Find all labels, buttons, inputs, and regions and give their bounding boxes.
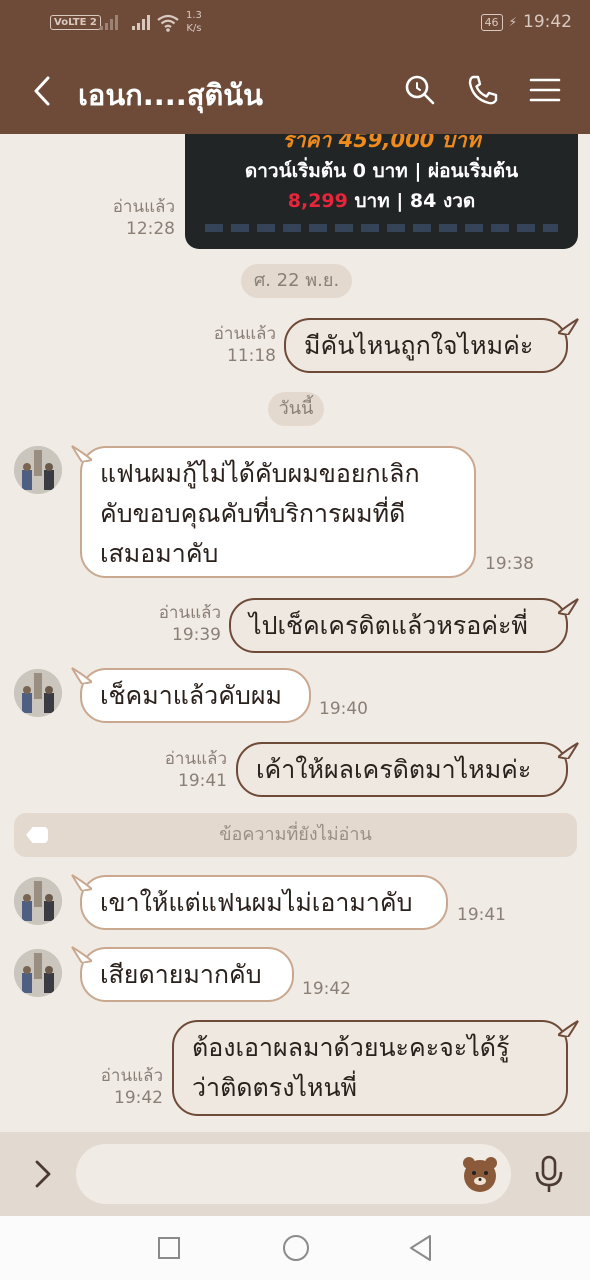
incoming-message[interactable]: เขาให้แต่แฟนผมไม่เอามาคับ bbox=[80, 875, 448, 930]
incoming-message[interactable]: เช็คมาแล้วคับผม bbox=[80, 668, 311, 723]
bubble-tail bbox=[71, 667, 92, 684]
bubble-tail bbox=[71, 946, 92, 963]
message-input[interactable] bbox=[76, 1144, 511, 1204]
tag-icon bbox=[26, 827, 48, 843]
contact-avatar[interactable] bbox=[14, 877, 62, 925]
system-nav-bar bbox=[0, 1216, 590, 1280]
chat-header: เอนก....สุตินัน bbox=[0, 48, 590, 134]
bubble-tail bbox=[71, 445, 92, 462]
message-time: 19:40 bbox=[319, 699, 368, 719]
date-chip: ศ. 22 พ.ย. bbox=[241, 264, 352, 298]
sticker-bear-icon[interactable] bbox=[460, 1154, 500, 1194]
bubble-tail bbox=[558, 598, 579, 615]
signal-sim1-icon bbox=[100, 14, 122, 30]
chevron-right-icon[interactable] bbox=[30, 1156, 56, 1192]
back-triangle-icon[interactable] bbox=[408, 1234, 434, 1262]
chat-title[interactable]: เอนก....สุตินัน bbox=[78, 72, 263, 118]
menu-icon[interactable] bbox=[527, 72, 563, 108]
promo-cut-text bbox=[205, 224, 558, 232]
volte-badge: VoLTE 2 bbox=[50, 15, 101, 30]
bubble-tail bbox=[71, 874, 92, 891]
back-arrow-icon[interactable] bbox=[28, 74, 56, 108]
bubble-tail bbox=[558, 1020, 579, 1037]
bubble-tail bbox=[558, 318, 579, 335]
outgoing-message[interactable]: มีคันไหนถูกใจไหมค่ะ bbox=[284, 318, 568, 373]
battery-icon: 46 bbox=[480, 13, 503, 31]
promo-image-message[interactable]: ราคา 459,000 บาท ดาวน์เริ่มต้น 0 บาท | ผ… bbox=[185, 134, 578, 249]
message-time: 19:41 bbox=[457, 905, 506, 925]
unread-divider: ข้อความที่ยังไม่อ่าน bbox=[14, 813, 577, 857]
home-icon[interactable] bbox=[282, 1234, 310, 1262]
status-right: 46 ⚡ 19:42 bbox=[480, 12, 572, 32]
message-input-bar bbox=[0, 1132, 590, 1216]
contact-avatar[interactable] bbox=[14, 949, 62, 997]
search-icon[interactable] bbox=[402, 72, 438, 108]
message-meta: อ่านแล้ว 11:18 bbox=[213, 324, 276, 366]
phone-icon[interactable] bbox=[465, 72, 501, 108]
chat-area[interactable]: ราคา 459,000 บาท ดาวน์เริ่มต้น 0 บาท | ผ… bbox=[0, 134, 590, 1132]
message-meta: อ่านแล้ว 19:39 bbox=[158, 603, 221, 645]
microphone-icon[interactable] bbox=[534, 1154, 564, 1194]
bubble-tail bbox=[558, 742, 579, 759]
contact-avatar[interactable] bbox=[14, 669, 62, 717]
promo-price: ราคา 459,000 บาท bbox=[282, 134, 481, 152]
charging-icon: ⚡ bbox=[508, 15, 517, 29]
clock: 19:42 bbox=[523, 12, 572, 32]
incoming-message[interactable]: แฟนผมกู้ไม่ได้คับผมขอยกเลิก คับขอบคุณคับ… bbox=[80, 446, 476, 578]
outgoing-message[interactable]: ต้องเอาผลมาด้วยนะคะจะได้รู้ ว่าติดตรงไหน… bbox=[172, 1020, 568, 1116]
promo-installment: 8,299 บาท | 84 งวด bbox=[287, 190, 476, 212]
outgoing-message[interactable]: เค้าให้ผลเครดิตมาไหมค่ะ bbox=[236, 742, 568, 797]
signal-sim2-icon bbox=[132, 14, 154, 30]
message-meta: อ่านแล้ว 12:28 bbox=[112, 197, 175, 239]
outgoing-message[interactable]: ไปเช็คเครดิตแล้วหรอค่ะพี่ bbox=[229, 598, 568, 653]
status-bar: VoLTE 2 1.3 K/s 46 ⚡ 19:42 bbox=[0, 0, 590, 48]
recent-apps-icon[interactable] bbox=[157, 1236, 181, 1260]
promo-down-payment: ดาวน์เริ่มต้น 0 บาท | ผ่อนเริ่มต้น bbox=[244, 160, 519, 182]
message-meta: อ่านแล้ว 19:41 bbox=[164, 749, 227, 791]
message-time: 19:42 bbox=[302, 979, 351, 999]
message-meta: อ่านแล้ว 19:42 bbox=[100, 1066, 163, 1108]
date-chip: วันนี้ bbox=[268, 392, 324, 426]
network-speed: 1.3 K/s bbox=[186, 10, 202, 34]
contact-avatar[interactable] bbox=[14, 446, 62, 494]
message-time: 19:38 bbox=[485, 554, 534, 574]
wifi-icon bbox=[157, 14, 179, 32]
incoming-message[interactable]: เสียดายมากคับ bbox=[80, 947, 294, 1002]
